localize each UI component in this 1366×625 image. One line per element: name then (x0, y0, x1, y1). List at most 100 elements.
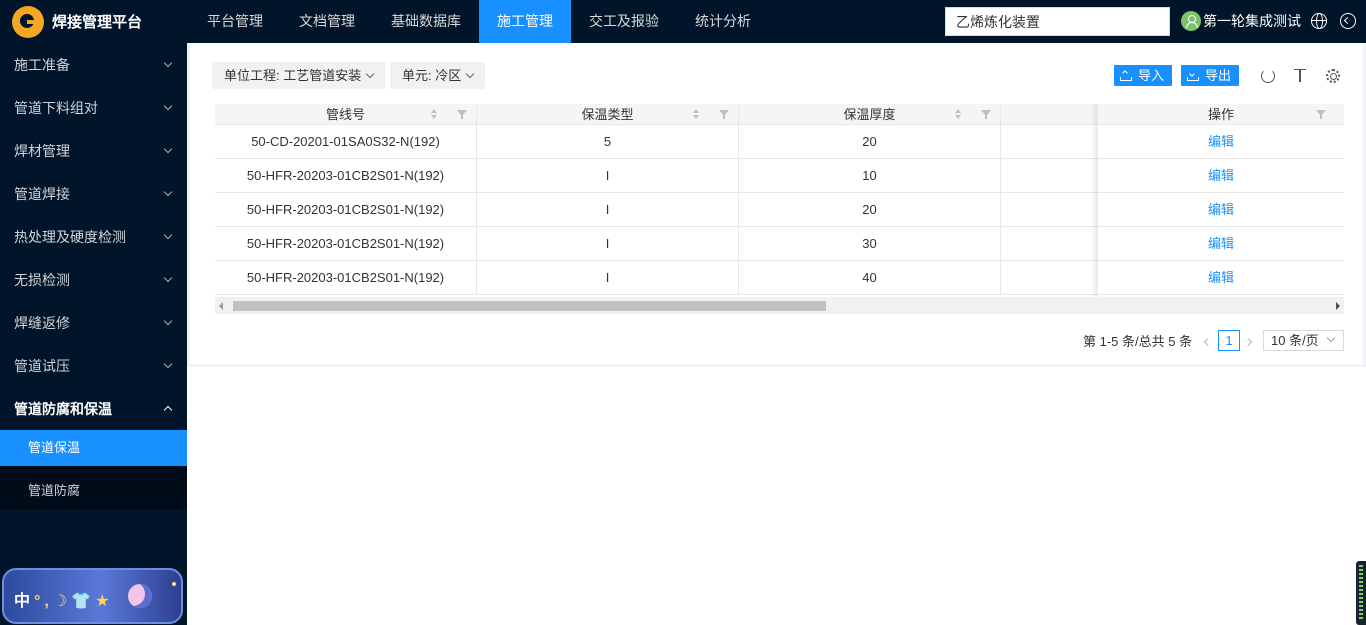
sidebar-item-pressure-test[interactable]: 管道试压 (0, 344, 187, 387)
ime-glyphs: 中°,☽👕★ (14, 593, 114, 610)
sidebar-item-label: 管道防腐和保温 (14, 400, 112, 417)
logout-icon[interactable] (1340, 13, 1356, 29)
column-height-icon[interactable] (1294, 69, 1308, 83)
operation-cell: 编辑 (1098, 193, 1344, 227)
chevron-down-icon (163, 273, 173, 283)
nav-handover[interactable]: 交工及报验 (571, 0, 677, 43)
sort-icon[interactable] (431, 109, 437, 119)
sidebar-item-pipe-cutting[interactable]: 管道下料组对 (0, 86, 187, 129)
edit-link[interactable]: 编辑 (1208, 236, 1234, 251)
cell-type: I (477, 159, 739, 193)
nav-platform[interactable]: 平台管理 (189, 0, 281, 43)
edit-link[interactable]: 编辑 (1208, 134, 1234, 149)
edit-link[interactable]: 编辑 (1208, 168, 1234, 183)
chevron-down-icon (163, 359, 173, 369)
col-line-no[interactable]: 管线号 (215, 104, 477, 125)
sidebar-item-weld-repair[interactable]: 焊缝返修 (0, 301, 187, 344)
nav-documents[interactable]: 文档管理 (281, 0, 373, 43)
col-insulation-thickness[interactable]: 保温厚度 (739, 104, 1001, 125)
sidebar-item-heat-treatment[interactable]: 热处理及硬度检测 (0, 215, 187, 258)
cell-type: I (477, 227, 739, 261)
filter-icon[interactable] (981, 110, 991, 119)
user-menu[interactable]: 第一轮集成测试 (1181, 11, 1301, 31)
export-button[interactable]: 导出 (1181, 65, 1240, 86)
sidebar-item-label: 无损检测 (14, 271, 70, 288)
cell-line-no: 50-HFR-20203-01CB2S01-N(192) (215, 193, 477, 227)
col-operation: 操作 (1098, 104, 1344, 125)
ime-toolbar-widget[interactable]: 中°,☽👕★ (2, 568, 183, 624)
star-icon (172, 582, 176, 586)
sidebar: 施工准备 管道下料组对 焊材管理 管道焊接 热处理及硬度检测 无损检测 焊缝返修… (0, 43, 187, 625)
operation-cell: 编辑 (1098, 125, 1344, 159)
scroll-left-arrow-icon[interactable] (219, 302, 223, 310)
user-name: 第一轮集成测试 (1203, 13, 1301, 29)
scroll-right-arrow-icon[interactable] (1336, 302, 1340, 310)
filter-icon[interactable] (719, 110, 729, 119)
globe-icon[interactable] (1311, 13, 1327, 29)
sidebar-item-label: 管道下料组对 (14, 99, 98, 116)
import-label: 导入 (1138, 68, 1165, 83)
import-button[interactable]: 导入 (1114, 65, 1173, 86)
cell-type: I (477, 261, 739, 295)
unit-label: 单元: 冷区 (402, 68, 462, 83)
nav-statistics[interactable]: 统计分析 (677, 0, 769, 43)
user-avatar-icon (1181, 11, 1201, 31)
horizontal-scrollbar[interactable] (215, 297, 1344, 314)
prev-page-icon[interactable] (1203, 337, 1213, 347)
logo-icon (12, 5, 44, 38)
refresh-icon[interactable] (1261, 69, 1275, 83)
sidebar-item-label: 焊缝返修 (14, 314, 70, 331)
sidebar-item-label: 管道试压 (14, 357, 70, 374)
sort-icon[interactable] (955, 109, 961, 119)
sidebar-item-welding-materials[interactable]: 焊材管理 (0, 129, 187, 172)
page-number-button[interactable]: 1 (1218, 330, 1240, 351)
sidebar-item-anticorrosion-insulation[interactable]: 管道防腐和保温 (0, 387, 187, 430)
sidebar-item-label: 管道焊接 (14, 185, 70, 202)
cell-line-no: 50-HFR-20203-01CB2S01-N(192) (215, 227, 477, 261)
submenu: 管道保温 管道防腐 (0, 430, 187, 509)
unit-project-select[interactable]: 单位工程: 工艺管道安装 (212, 62, 386, 89)
cell-line-no: 50-CD-20201-01SA0S32-N(192) (215, 125, 477, 159)
insulation-table: 管线号 保温类型 保温厚度 隔热 50-CD-20201-01SA0S32-N(… (215, 104, 1344, 314)
chevron-down-icon (365, 69, 375, 78)
export-label: 导出 (1205, 68, 1232, 83)
chevron-down-icon (163, 230, 173, 240)
page-size-label: 10 条/页 (1271, 333, 1319, 348)
scroll-thumb[interactable] (233, 301, 826, 311)
chevron-up-icon (163, 405, 173, 415)
cell-type: 5 (477, 125, 739, 159)
filter-icon[interactable] (457, 110, 467, 119)
cell-thickness: 30 (739, 227, 1001, 261)
side-indicator (1356, 561, 1366, 625)
setting-icon[interactable] (1326, 69, 1340, 83)
page-size-select[interactable]: 10 条/页 (1263, 330, 1344, 351)
sidebar-subitem-anticorrosion[interactable]: 管道防腐 (0, 473, 187, 509)
unit-project-label: 单位工程: 工艺管道安装 (224, 68, 362, 83)
sidebar-item-pipe-welding[interactable]: 管道焊接 (0, 172, 187, 215)
unit-select[interactable]: 单元: 冷区 (390, 62, 486, 89)
nav-construction[interactable]: 施工管理 (479, 0, 571, 43)
sidebar-subitem-insulation[interactable]: 管道保温 (0, 430, 187, 466)
cell-thickness: 10 (739, 159, 1001, 193)
next-page-icon[interactable] (1243, 337, 1253, 347)
sort-icon[interactable] (693, 109, 699, 119)
sidebar-item-label: 热处理及硬度检测 (14, 228, 126, 245)
device-select-input[interactable] (945, 7, 1170, 36)
operation-column: 操作 编辑 编辑 编辑 编辑 编辑 (1097, 104, 1344, 297)
filter-icon[interactable] (1316, 110, 1326, 119)
top-navbar: 焊接管理平台 平台管理 文档管理 基础数据库 施工管理 交工及报验 统计分析 第… (0, 0, 1366, 43)
cell-line-no: 50-HFR-20203-01CB2S01-N(192) (215, 261, 477, 295)
edit-link[interactable]: 编辑 (1208, 202, 1234, 217)
nav-base-db[interactable]: 基础数据库 (373, 0, 479, 43)
operation-cell: 编辑 (1098, 227, 1344, 261)
content-card: 单位工程: 工艺管道安装 单元: 冷区 导入 导出 管线号 保温类型 保温厚度 (187, 43, 1366, 367)
chevron-down-icon (1326, 333, 1336, 343)
brand[interactable]: 焊接管理平台 (0, 0, 187, 43)
sidebar-item-construction-prep[interactable]: 施工准备 (0, 43, 187, 86)
upload-icon (1120, 71, 1132, 81)
operation-cell: 编辑 (1098, 159, 1344, 193)
edit-link[interactable]: 编辑 (1208, 270, 1234, 285)
col-insulation-type[interactable]: 保温类型 (477, 104, 739, 125)
chevron-down-icon (163, 144, 173, 154)
sidebar-item-ndt[interactable]: 无损检测 (0, 258, 187, 301)
